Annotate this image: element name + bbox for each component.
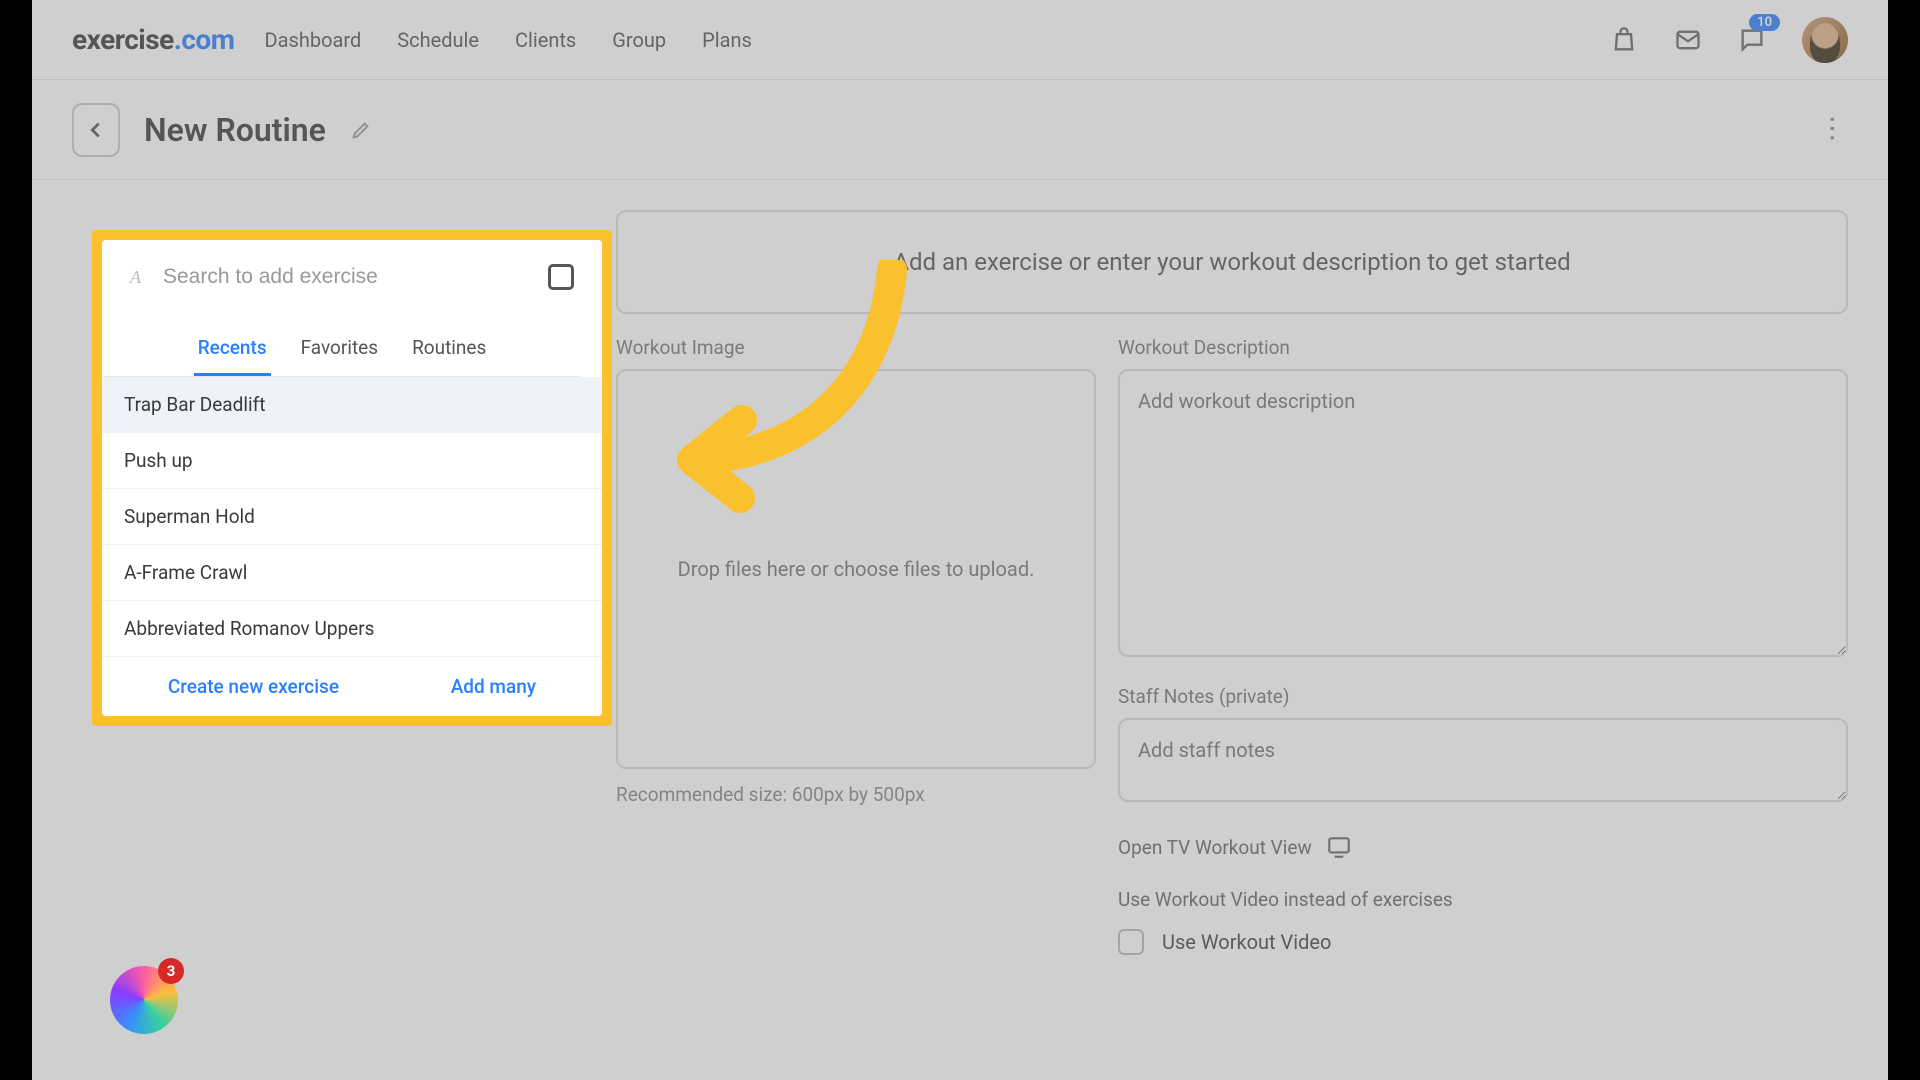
tab-favorites[interactable]: Favorites bbox=[297, 322, 382, 376]
list-item[interactable]: Superman Hold bbox=[102, 489, 602, 545]
brand-logo[interactable]: exercise.com bbox=[72, 23, 235, 56]
exercise-picker-highlight: A Recents Favorites Routines Trap Bar De… bbox=[92, 230, 612, 726]
edit-title-icon[interactable] bbox=[350, 119, 372, 141]
back-button[interactable] bbox=[72, 103, 120, 157]
search-value-glyph: A bbox=[130, 267, 141, 288]
tv-view-text: Open TV Workout View bbox=[1118, 836, 1312, 859]
desc-col: Workout Description Staff Notes (private… bbox=[1118, 336, 1848, 955]
use-video-title: Use Workout Video instead of exercises bbox=[1118, 888, 1848, 911]
nav-group[interactable]: Group bbox=[612, 28, 666, 52]
use-video-label: Use Workout Video bbox=[1162, 930, 1331, 954]
list-item[interactable]: Push up bbox=[102, 433, 602, 489]
cta-text: Add an exercise or enter your workout de… bbox=[893, 248, 1570, 276]
main-nav: Dashboard Schedule Clients Group Plans bbox=[265, 28, 752, 52]
brand-text-a: exercise bbox=[72, 23, 174, 56]
right-column: Add an exercise or enter your workout de… bbox=[616, 210, 1848, 955]
notification-badge: 10 bbox=[1749, 14, 1780, 31]
two-col: Workout Image Drop files here or choose … bbox=[616, 336, 1848, 955]
brand-text-b: .com bbox=[174, 23, 235, 56]
workout-desc-label: Workout Description bbox=[1118, 336, 1848, 359]
staff-notes-label: Staff Notes (private) bbox=[1118, 685, 1848, 708]
add-many-link[interactable]: Add many bbox=[451, 675, 536, 698]
exercise-list: Trap Bar Deadlift Push up Superman Hold … bbox=[102, 377, 602, 657]
exercise-picker: A Recents Favorites Routines Trap Bar De… bbox=[102, 240, 602, 716]
tab-recents[interactable]: Recents bbox=[194, 322, 271, 376]
staff-notes-input[interactable] bbox=[1118, 718, 1848, 802]
tv-icon bbox=[1326, 834, 1352, 860]
avatar[interactable] bbox=[1802, 17, 1848, 63]
page-title: New Routine bbox=[144, 111, 326, 149]
list-item[interactable]: Trap Bar Deadlift bbox=[102, 377, 602, 433]
topbar-left: exercise.com Dashboard Schedule Clients … bbox=[72, 23, 752, 56]
list-item[interactable]: Abbreviated Romanov Uppers bbox=[102, 601, 602, 657]
dropzone-text: Drop files here or choose files to uploa… bbox=[678, 557, 1035, 581]
sub-bar: New Routine ⋯ bbox=[32, 80, 1888, 180]
mail-icon[interactable] bbox=[1674, 26, 1702, 54]
image-hint: Recommended size: 600px by 500px bbox=[616, 783, 1096, 806]
more-menu-icon[interactable]: ⋯ bbox=[1817, 115, 1850, 145]
app-frame: exercise.com Dashboard Schedule Clients … bbox=[32, 0, 1888, 1080]
nav-clients[interactable]: Clients bbox=[515, 28, 576, 52]
topbar-right: 10 bbox=[1610, 17, 1848, 63]
picker-tabs: Recents Favorites Routines bbox=[104, 322, 580, 377]
tv-view-link[interactable]: Open TV Workout View bbox=[1118, 834, 1848, 860]
search-input[interactable] bbox=[163, 265, 526, 289]
create-new-exercise-link[interactable]: Create new exercise bbox=[168, 675, 339, 698]
help-badge: 3 bbox=[158, 958, 184, 984]
use-video-row: Use Workout Video bbox=[1118, 929, 1848, 955]
chat-icon[interactable]: 10 bbox=[1738, 26, 1766, 54]
list-item[interactable]: A-Frame Crawl bbox=[102, 545, 602, 601]
workout-image-label: Workout Image bbox=[616, 336, 1096, 359]
top-bar: exercise.com Dashboard Schedule Clients … bbox=[32, 0, 1888, 80]
image-col: Workout Image Drop files here or choose … bbox=[616, 336, 1096, 955]
stop-scan-icon[interactable] bbox=[548, 264, 574, 290]
use-video-checkbox[interactable] bbox=[1118, 929, 1144, 955]
nav-schedule[interactable]: Schedule bbox=[397, 28, 479, 52]
shopping-bag-icon[interactable] bbox=[1610, 26, 1638, 54]
cta-card: Add an exercise or enter your workout de… bbox=[616, 210, 1848, 314]
help-launcher[interactable]: 3 bbox=[110, 966, 178, 1034]
tab-routines[interactable]: Routines bbox=[408, 322, 490, 376]
search-row: A bbox=[102, 240, 602, 314]
nav-dashboard[interactable]: Dashboard bbox=[265, 28, 362, 52]
workout-desc-input[interactable] bbox=[1118, 369, 1848, 657]
image-dropzone[interactable]: Drop files here or choose files to uploa… bbox=[616, 369, 1096, 769]
subbar-left: New Routine bbox=[72, 103, 372, 157]
nav-plans[interactable]: Plans bbox=[702, 28, 752, 52]
picker-footer: Create new exercise Add many bbox=[102, 657, 602, 716]
